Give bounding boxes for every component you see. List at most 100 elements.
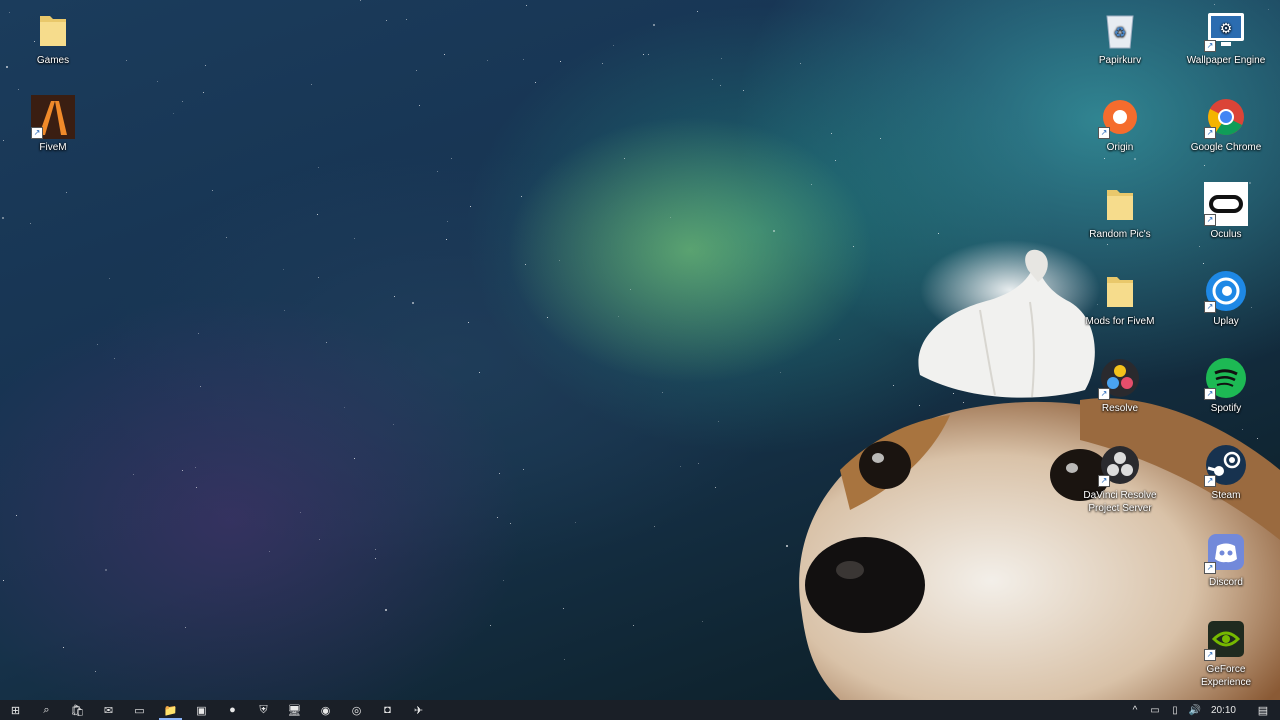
volume-icon[interactable]: 🔊 bbox=[1185, 705, 1205, 716]
star bbox=[447, 221, 448, 222]
desktop-icon-papirkurv[interactable]: ♻ Papirkurv bbox=[1075, 8, 1165, 67]
desktop-icon-steam[interactable]: ↗ Steam bbox=[1181, 443, 1271, 502]
star bbox=[680, 466, 681, 467]
star bbox=[479, 372, 480, 373]
desktop-icon-resolve[interactable]: ↗ Resolve bbox=[1075, 356, 1165, 415]
desktop-icon-davinci-resolve-project-server[interactable]: ↗ DaVinci Resolve Project Server bbox=[1075, 443, 1165, 515]
desktop-icon-label: Resolve bbox=[1101, 403, 1139, 414]
mail-icon[interactable]: ✉ bbox=[93, 700, 124, 720]
desktop-icon-discord[interactable]: ↗ Discord bbox=[1181, 530, 1271, 589]
monitor-taskbar-icon[interactable]: 🖥 bbox=[279, 700, 310, 720]
star bbox=[212, 190, 213, 191]
star bbox=[468, 322, 469, 323]
star bbox=[354, 458, 355, 459]
star bbox=[182, 101, 183, 102]
discord-taskbar-icon[interactable]: ◘ bbox=[372, 700, 403, 720]
desktop-background: Games ↗ FiveM ♻ Papirkurv ↗ Origin Random Pic's… bbox=[0, 0, 1280, 720]
star bbox=[393, 424, 394, 425]
star bbox=[18, 89, 19, 90]
star bbox=[1214, 4, 1215, 5]
star bbox=[386, 20, 387, 21]
star bbox=[526, 5, 527, 6]
star bbox=[630, 289, 631, 290]
origin-icon: ↗ bbox=[1098, 95, 1142, 139]
clock[interactable]: 20:10 bbox=[1205, 705, 1246, 716]
action-center-icon[interactable]: ▤ bbox=[1246, 704, 1280, 717]
star bbox=[173, 113, 174, 114]
desktop-icon-oculus[interactable]: ↗ Oculus bbox=[1181, 182, 1271, 241]
shortcut-arrow-icon: ↗ bbox=[1098, 475, 1110, 487]
star bbox=[63, 647, 64, 648]
spotify-taskbar-icon[interactable]: ◉ bbox=[310, 700, 341, 720]
star bbox=[198, 333, 199, 334]
show-hidden-icons-chevron-icon[interactable]: ^ bbox=[1125, 705, 1145, 716]
star bbox=[773, 230, 775, 232]
desktop-icon-label: Papirkurv bbox=[1098, 55, 1142, 66]
star bbox=[375, 558, 376, 559]
oculus-taskbar-icon[interactable]: ▭ bbox=[124, 700, 155, 720]
star bbox=[114, 358, 115, 359]
star bbox=[1204, 165, 1205, 166]
star bbox=[446, 239, 447, 240]
desktop-icon-fivem[interactable]: ↗ FiveM bbox=[8, 95, 98, 154]
desktop-icon-google-chrome[interactable]: ↗ Google Chrome bbox=[1181, 95, 1271, 154]
network-icon[interactable]: ▯ bbox=[1165, 705, 1185, 716]
geforce-experience-icon: ↗ bbox=[1204, 617, 1248, 661]
star bbox=[200, 386, 201, 387]
star bbox=[105, 569, 107, 571]
star bbox=[835, 160, 836, 161]
file-explorer-icon[interactable]: 📁 bbox=[155, 700, 186, 720]
uplay-icon: ↗ bbox=[1204, 269, 1248, 313]
desktop-icon-label: Games bbox=[36, 55, 70, 66]
desktop-icon-label: Oculus bbox=[1210, 229, 1242, 240]
start-button[interactable]: ⊞ bbox=[0, 700, 31, 720]
desktop-icon-uplay[interactable]: ↗ Uplay bbox=[1181, 269, 1271, 328]
davinci-server-icon: ↗ bbox=[1098, 443, 1142, 487]
star bbox=[451, 158, 452, 159]
star bbox=[269, 551, 270, 552]
star bbox=[226, 237, 227, 238]
chrome-taskbar-icon[interactable]: ◎ bbox=[341, 700, 372, 720]
shortcut-arrow-icon: ↗ bbox=[1204, 40, 1216, 52]
shortcut-arrow-icon: ↗ bbox=[1204, 388, 1216, 400]
desktop-icon-label: Uplay bbox=[1213, 316, 1239, 327]
battery-icon[interactable]: ▭ bbox=[1145, 705, 1165, 716]
star bbox=[521, 196, 522, 197]
folder-icon bbox=[1098, 182, 1142, 226]
desktop-icon-wallpaper-engine[interactable]: ⚙ ↗ Wallpaper Engine bbox=[1181, 8, 1271, 67]
star bbox=[354, 238, 355, 239]
star bbox=[95, 671, 96, 672]
desktop-icon-spotify[interactable]: ↗ Spotify bbox=[1181, 356, 1271, 415]
search-icon[interactable]: ⌕ bbox=[31, 700, 62, 720]
shield-taskbar-icon[interactable]: ⛨ bbox=[248, 700, 279, 720]
desktop-icon-random-pic-s[interactable]: Random Pic's bbox=[1075, 182, 1165, 241]
star bbox=[203, 92, 204, 93]
star bbox=[133, 474, 134, 475]
desktop-icon-mods-for-fivem[interactable]: Mods for FiveM bbox=[1075, 269, 1165, 328]
star bbox=[602, 63, 603, 64]
desktop-icon-origin[interactable]: ↗ Origin bbox=[1075, 95, 1165, 154]
star bbox=[653, 24, 655, 26]
nvidia-taskbar-icon[interactable]: ▣ bbox=[186, 700, 217, 720]
star bbox=[185, 627, 186, 628]
star bbox=[743, 90, 744, 91]
star bbox=[66, 192, 67, 193]
star bbox=[831, 133, 832, 134]
desktop-icon-label: Origin bbox=[1106, 142, 1134, 153]
shortcut-arrow-icon: ↗ bbox=[1204, 301, 1216, 313]
folder-icon bbox=[1098, 269, 1142, 313]
desktop-icon-geforce-experience[interactable]: ↗ GeForce Experience bbox=[1181, 617, 1271, 689]
star bbox=[318, 277, 319, 278]
star bbox=[3, 140, 4, 141]
star bbox=[412, 302, 414, 304]
store-icon[interactable]: 🛍 bbox=[62, 700, 93, 720]
steam-taskbar-icon[interactable]: ✈ bbox=[403, 700, 434, 720]
desktop-icon-games[interactable]: Games bbox=[8, 8, 98, 67]
desktop-icon-label: Spotify bbox=[1210, 403, 1242, 414]
star bbox=[360, 0, 361, 1]
star bbox=[419, 105, 420, 106]
origin-taskbar-icon[interactable]: ● bbox=[217, 700, 248, 720]
star bbox=[416, 70, 417, 71]
star bbox=[196, 487, 197, 488]
star bbox=[721, 58, 722, 59]
